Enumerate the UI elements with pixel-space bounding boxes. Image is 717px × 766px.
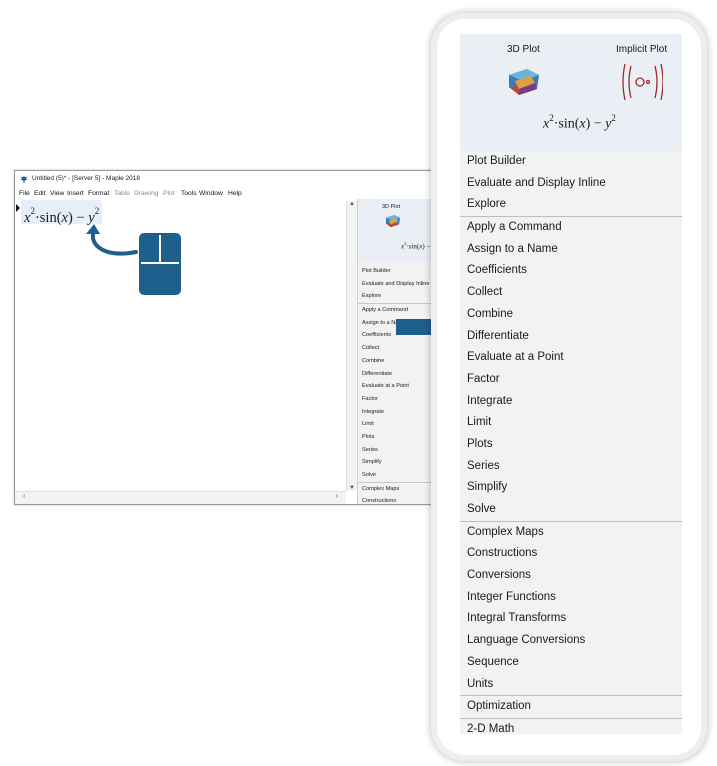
expr-minus: −: [593, 116, 602, 132]
vertical-scrollbar[interactable]: ▲ ▼: [346, 201, 357, 491]
expr-paren: ): [422, 242, 425, 251]
implicit-plot-label[interactable]: Implicit Plot: [616, 44, 667, 55]
context-item-language-conversions[interactable]: Language Conversions: [460, 630, 682, 652]
menu-plot: Plot: [163, 190, 175, 197]
context-item-plots[interactable]: Plots: [460, 434, 682, 456]
expr-paren: ): [67, 209, 73, 226]
scroll-left-icon[interactable]: ‹: [23, 493, 25, 500]
context-expression: x2·sin(x) − y2: [543, 113, 616, 133]
context-item-integrate[interactable]: Integrate: [460, 391, 682, 413]
document-expression[interactable]: x2·sin(x) − y2: [21, 200, 103, 226]
context-menu-list: Plot Builder Evaluate and Display Inline E…: [460, 151, 682, 734]
context-item-factor[interactable]: Factor: [460, 369, 682, 391]
scroll-right-icon[interactable]: ›: [336, 493, 338, 500]
menu-tools[interactable]: Tools: [181, 190, 197, 197]
context-item-evaluate-and-display-inline[interactable]: Evaluate and Display Inline: [460, 173, 682, 195]
maple-window: Untitled (5)* - [Server 5] - Maple 2018 …: [14, 170, 452, 505]
context-item-coefficients[interactable]: Coefficients: [460, 260, 682, 282]
context-item-solve[interactable]: Solve: [460, 499, 682, 521]
context-item-sequence[interactable]: Sequence: [460, 652, 682, 674]
expr-paren: ): [585, 116, 591, 132]
context-item-differentiate[interactable]: Differentiate: [460, 326, 682, 348]
plot-3d-label[interactable]: 3D Plot: [507, 44, 540, 55]
context-item-evaluate-at-a-point[interactable]: Evaluate at a Point: [460, 347, 682, 369]
expr-minus: −: [426, 242, 431, 251]
menu-view[interactable]: View: [50, 190, 64, 197]
title-bar: Untitled (5)* - [Server 5] - Maple 2018 …: [15, 171, 451, 187]
implicit-plot-thumbnail[interactable]: [621, 62, 663, 102]
context-item-combine[interactable]: Combine: [460, 304, 682, 326]
menu-window[interactable]: Window: [199, 190, 223, 197]
context-item-optimization[interactable]: Optimization: [460, 695, 682, 718]
context-item-collect[interactable]: Collect: [460, 282, 682, 304]
menu-help[interactable]: Help: [228, 190, 242, 197]
maple-leaf-icon: [20, 175, 28, 183]
context-item-limit[interactable]: Limit: [460, 412, 682, 434]
context-item-2-d-math[interactable]: 2-D Math: [460, 717, 682, 734]
expr-exponent: 2: [94, 206, 100, 216]
scroll-up-icon[interactable]: ▲: [349, 201, 355, 207]
context-item-units[interactable]: Units: [460, 674, 682, 696]
context-item-explore[interactable]: Explore: [460, 194, 682, 216]
expr-sin: ·sin: [34, 209, 57, 226]
expr-exponent: 2: [30, 206, 35, 216]
expr-sin: ·sin: [406, 242, 417, 251]
menu-file[interactable]: File: [19, 190, 30, 197]
expr-exponent: 2: [549, 113, 554, 123]
scroll-down-icon[interactable]: ▼: [349, 485, 355, 491]
menu-drawing: Drawing: [134, 190, 159, 197]
context-item-series[interactable]: Series: [460, 456, 682, 478]
context-item-constructions[interactable]: Constructions: [460, 543, 682, 565]
context-item-plot-builder[interactable]: Plot Builder: [460, 151, 682, 173]
context-item-assign-to-a-name[interactable]: Assign to a Name: [460, 239, 682, 261]
menu-bar: File Edit View Insert Format Table Drawing Plot…: [15, 188, 451, 199]
cursor-marker-icon: [16, 204, 20, 212]
menu-table: Table: [114, 190, 130, 197]
context-panel-header: 3D Plot Implicit Plot x2·sin(x) − y2: [460, 34, 682, 151]
context-item-integer-functions[interactable]: Integer Functions: [460, 587, 682, 609]
expr-exponent: 2: [611, 113, 616, 123]
menu-insert[interactable]: Insert: [67, 190, 84, 197]
window-title: Untitled (5)* - [Server 5] - Maple 2018: [32, 175, 141, 182]
context-item-conversions[interactable]: Conversions: [460, 565, 682, 587]
menu-format[interactable]: Format: [88, 190, 109, 197]
menu-edit[interactable]: Edit: [34, 190, 46, 197]
context-panel: 3D Plot Implicit Plot x2·sin(x) − y2 Plo…: [460, 34, 682, 734]
context-item-apply-a-command[interactable]: Apply a Command: [460, 216, 682, 239]
context-item-integral-transforms[interactable]: Integral Transforms: [460, 608, 682, 630]
context-item-simplify[interactable]: Simplify: [460, 477, 682, 499]
plot-3d-thumbnail[interactable]: [505, 67, 543, 99]
plot-3d-thumbnail[interactable]: [384, 214, 402, 229]
mouse-icon: [139, 233, 181, 295]
horizontal-scrollbar[interactable]: ‹ ›: [15, 491, 346, 504]
expr-sin: ·sin: [553, 116, 575, 132]
plot-3d-label[interactable]: 3D Plot: [382, 204, 400, 210]
curved-arrow-icon: [86, 224, 138, 256]
context-item-complex-maps[interactable]: Complex Maps: [460, 520, 682, 544]
